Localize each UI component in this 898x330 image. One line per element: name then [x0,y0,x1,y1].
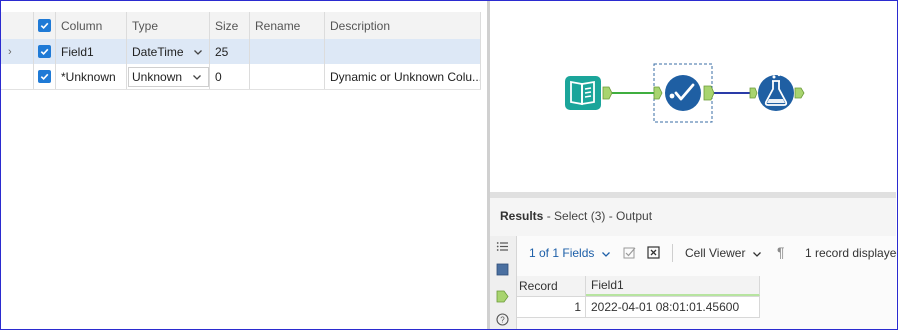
output-anchor [794,87,805,99]
row-checkbox-cell[interactable] [34,39,56,64]
header-expander-cell [0,12,34,39]
type-value: DateTime [132,44,184,59]
grid-row-unknown[interactable]: *Unknown Unknown 0 Dynamic or Unknown Co… [0,64,481,90]
type-dropdown[interactable]: DateTime [127,39,210,64]
fields-selector[interactable]: 1 of 1 Fields [529,246,611,260]
type-dropdown[interactable]: Unknown [127,64,210,89]
field-name: *Unknown [56,64,127,89]
record-number: 1 [517,297,586,317]
header-record[interactable]: Record [517,276,586,296]
type-value: Unknown [132,69,183,84]
pilcrow-icon[interactable]: ¶ [777,244,785,260]
records-count: 1 record displayed [805,246,898,260]
results-title: Results - Select (3) - Output [500,209,652,223]
rename-input[interactable] [250,39,325,64]
row-expander[interactable]: › [0,39,34,64]
row-expander [0,64,34,89]
size-input[interactable]: 0 [210,64,250,89]
cell-viewer-dropdown[interactable]: Cell Viewer [685,246,762,260]
chevron-down-icon[interactable] [192,72,202,82]
output-anchor-icon[interactable] [496,290,509,303]
size-input[interactable]: 25 [210,39,250,64]
field-checkbox[interactable] [38,45,51,58]
results-body: 1 of 1 Fields Cell Viewer ¶ 1 record dis… [517,236,898,329]
svg-text:?: ? [500,316,505,325]
results-subtitle: - Select (3) - Output [543,209,653,223]
input-data-tool[interactable] [565,76,613,110]
header-size[interactable]: Size [210,12,250,39]
table-row[interactable]: 1 2022-04-01 08:01:01.45600 [517,297,760,318]
results-panel: Results - Select (3) - Output ? 1 of 1 F… [490,198,898,329]
chevron-down-icon[interactable] [752,249,762,259]
description-input[interactable] [325,39,481,64]
description-input[interactable]: Dynamic or Unknown Colu... [325,64,481,89]
select-config-panel: Column Type Size Rename Description › Fi… [0,0,487,330]
list-icon[interactable] [496,240,509,253]
field-checkbox[interactable] [38,70,51,83]
help-icon[interactable]: ? [496,313,509,326]
field-name: Field1 [56,39,127,64]
workflow-canvas[interactable] [490,0,896,192]
header-rename[interactable]: Rename [250,12,325,39]
chevron-down-icon[interactable] [601,249,611,259]
results-table-header: Record Field1 [517,276,760,297]
cell-viewer-label: Cell Viewer [685,246,746,260]
chevron-down-icon[interactable] [193,47,203,57]
select-tool[interactable] [653,63,715,123]
results-side-toolbar: ? [490,236,517,329]
toolbar-divider [672,244,673,262]
input-anchor [653,86,663,100]
output-anchor [602,86,613,100]
results-toolbar: 1 of 1 Fields Cell Viewer ¶ 1 record dis… [517,236,898,272]
table-icon[interactable] [496,263,509,276]
close-box-icon[interactable] [647,246,660,259]
input-anchor [749,87,758,99]
row-checkbox-cell[interactable] [34,64,56,89]
results-title-label: Results [500,209,544,223]
header-type[interactable]: Type [127,12,210,39]
chevron-right-icon[interactable]: › [8,46,12,58]
rename-input[interactable] [250,64,325,89]
browse-tool[interactable] [749,73,805,111]
edit-checkbox-icon[interactable] [623,246,636,259]
fields-selector-label: 1 of 1 Fields [529,246,595,260]
select-all-checkbox[interactable] [38,19,51,32]
header-description[interactable]: Description [325,12,481,39]
grid-header-row: Column Type Size Rename Description [0,12,481,40]
header-field1[interactable]: Field1 [586,276,760,296]
field1-value[interactable]: 2022-04-01 08:01:01.45600 [586,297,760,317]
grid-row-field1[interactable]: › Field1 DateTime 25 [0,39,481,65]
header-select-all-cell[interactable] [34,12,56,39]
header-column[interactable]: Column [56,12,127,39]
